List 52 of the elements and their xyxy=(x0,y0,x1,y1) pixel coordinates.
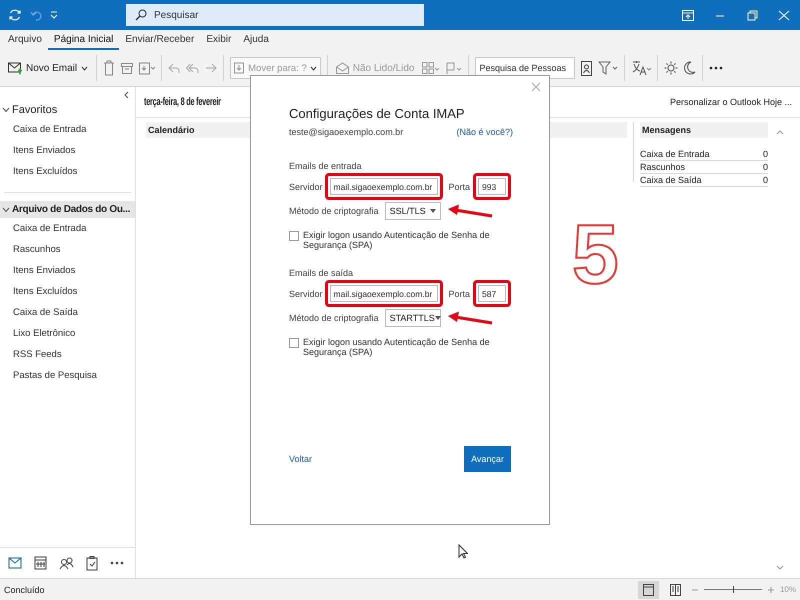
section-heading: Emails de saída xyxy=(289,268,354,278)
folder-item[interactable]: RSS Feeds xyxy=(0,344,135,365)
menu-tab[interactable]: Arquivo xyxy=(2,34,48,50)
folder-item[interactable]: Itens Enviados xyxy=(0,140,135,161)
folder-group-header[interactable]: Arquivo de Dados do Ou... xyxy=(0,201,135,218)
server-label: Servidor xyxy=(289,288,323,298)
port-field[interactable]: 993 xyxy=(478,178,506,195)
zoom-reading: 10% xyxy=(780,585,796,594)
menu-tab[interactable]: Enviar/Receber xyxy=(119,34,200,50)
encryption-dropdown[interactable]: STARTTLS xyxy=(384,309,441,327)
messages-heading: Mensagens xyxy=(640,122,768,138)
dialog-title: Configurações de Conta IMAP xyxy=(289,106,466,121)
folder-item[interactable]: Pastas de Pesquisa xyxy=(0,365,135,386)
next-button[interactable]: Avançar xyxy=(464,446,511,472)
encryption-dropdown[interactable]: SSL/TLS xyxy=(384,202,441,220)
server-field[interactable]: mail.sigaoexemplo.com.br xyxy=(330,178,438,195)
message-count: 0 xyxy=(762,149,768,159)
folder-item[interactable]: Itens Enviados xyxy=(0,260,135,281)
port-field[interactable]: 587 xyxy=(478,285,506,302)
message-count: 0 xyxy=(762,162,768,172)
port-label: Porta xyxy=(448,182,470,192)
back-link[interactable]: Voltar xyxy=(289,454,312,464)
folder-name: Caixa de Entrada xyxy=(640,149,710,159)
folder-item[interactable]: Itens Excluídos xyxy=(0,161,135,182)
not-you-link[interactable]: (Não é você?) xyxy=(456,127,513,137)
step-number: 5 xyxy=(572,212,619,296)
server-field[interactable]: mail.sigaoexemplo.com.br xyxy=(330,285,438,302)
folder-name: Caixa de Saída xyxy=(640,175,702,185)
section-heading: Emails de entrada xyxy=(289,161,363,171)
message-count: 0 xyxy=(762,175,768,185)
customize-link[interactable]: Personalizar o Outlook Hoje ... xyxy=(670,97,792,107)
encryption-label: Método de criptografia xyxy=(289,313,379,323)
folder-item[interactable]: Lixo Eletrônico xyxy=(0,323,135,344)
folder-item[interactable]: Rascunhos xyxy=(0,239,135,260)
folder-group-header[interactable]: Favoritos xyxy=(0,101,135,119)
spa-label: Exigir logon usando Autenticação de Senha de Segurança (SPA) xyxy=(303,337,491,357)
status-text: Concluído xyxy=(4,584,45,594)
folder-name: Rascunhos xyxy=(640,162,686,172)
folder-item[interactable]: Itens Excluídos xyxy=(0,281,135,302)
search-field[interactable]: Pesquisar xyxy=(126,4,424,26)
date-heading: terça-feira, 8 de fevereir xyxy=(144,96,221,108)
folder-item[interactable]: Caixa de Entrada xyxy=(0,218,135,239)
menu-tab[interactable]: Ajuda xyxy=(237,34,275,50)
port-label: Porta xyxy=(448,288,470,298)
menu-tab[interactable]: Exibir xyxy=(200,34,238,50)
folder-item[interactable]: Caixa de Saída xyxy=(0,302,135,323)
new-email-button[interactable]: Novo Email xyxy=(6,60,90,76)
server-label: Servidor xyxy=(289,182,323,192)
account-email: teste@sigaoexemplo.com.br xyxy=(289,127,404,137)
encryption-label: Método de criptografia xyxy=(289,206,379,216)
folder-item[interactable]: Caixa de Entrada xyxy=(0,119,135,140)
spa-label: Exigir logon usando Autenticação de Senha de Segurança (SPA) xyxy=(303,230,491,250)
